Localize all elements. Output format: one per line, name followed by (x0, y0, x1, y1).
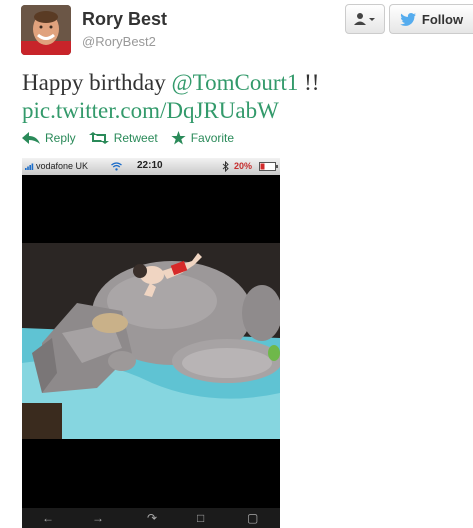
battery-percent: 20% (234, 161, 253, 171)
avatar-photo (21, 5, 71, 55)
retweet-action[interactable]: Retweet (88, 131, 158, 145)
battery-icon (259, 162, 278, 171)
user-handle[interactable]: @RoryBest2 (82, 34, 156, 49)
phone-time: 22:10 (137, 160, 163, 171)
follow-label: Follow (421, 11, 464, 27)
mention-link[interactable]: @TomCourt1 (171, 70, 298, 95)
user-name[interactable]: Rory Best (82, 9, 167, 30)
user-dropdown-icon (354, 13, 375, 25)
back-arrow-icon: ← (42, 511, 54, 525)
tweet-actions: Reply Retweet Favorite (22, 131, 247, 145)
bookmark-icon: □ (197, 511, 205, 525)
twitter-bird-icon (400, 12, 416, 26)
carrier-label: vodafone UK (36, 161, 89, 171)
bluetooth-icon (222, 161, 229, 172)
forward-arrow-icon: → (92, 511, 104, 525)
pic-link[interactable]: pic.twitter.com/DqJRUabW (22, 98, 279, 123)
tabs-icon: ▢ (247, 511, 259, 525)
retweet-icon (88, 132, 109, 144)
tweet-text: Happy birthday @TomCourt1 !! pic.twitter.… (22, 69, 462, 125)
tweet-text-suffix: !! (298, 70, 320, 95)
retweet-label: Retweet (113, 131, 158, 145)
wifi-icon (111, 162, 122, 171)
reply-icon (22, 132, 40, 144)
tweet-photo[interactable]: vodafone UK 22:10 20% ← → ↷ □ ▢ (22, 158, 280, 528)
avatar[interactable] (21, 5, 71, 55)
signal-bars-icon (25, 163, 34, 170)
phone-status-bar: vodafone UK 22:10 20% (22, 158, 280, 175)
reply-action[interactable]: Reply (22, 131, 76, 145)
favorite-label: Favorite (190, 131, 235, 145)
star-icon (171, 131, 186, 145)
cake-image (22, 243, 280, 439)
user-actions-button[interactable] (345, 4, 385, 34)
reply-label: Reply (45, 131, 76, 145)
share-icon: ↷ (147, 511, 158, 525)
follow-button[interactable]: Follow (389, 4, 473, 34)
phone-bottom-toolbar: ← → ↷ □ ▢ (22, 508, 280, 528)
favorite-action[interactable]: Favorite (171, 131, 234, 145)
tweet-text-prefix: Happy birthday (22, 70, 172, 95)
